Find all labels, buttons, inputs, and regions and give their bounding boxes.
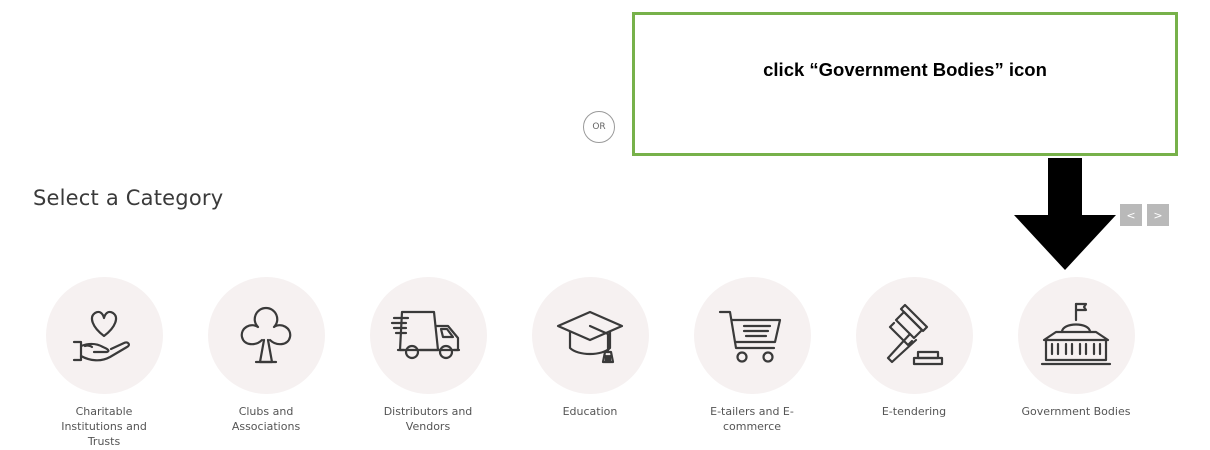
or-label: OR [592,122,606,132]
chevron-left-icon: < [1126,208,1136,222]
section-title: Select a Category [33,186,224,210]
category-charitable-institutions[interactable]: Charitable Institutions and Trusts [29,277,179,449]
chevron-right-icon: > [1153,208,1163,222]
category-icon-circle [369,277,487,394]
down-arrow-icon [1014,158,1116,270]
graduation-cap-icon [556,310,624,363]
category-label: Education [562,405,618,418]
carousel-prev-button[interactable]: < [1120,204,1142,226]
category-icon-circle [45,277,163,394]
or-divider-badge: OR [583,111,615,143]
category-label: Distributors and Vendors [383,405,473,433]
delivery-truck-icon [390,310,461,359]
gavel-icon [886,303,944,365]
club-icon [240,306,292,363]
category-label: E-tendering [881,405,947,418]
category-icon-circle [531,277,649,394]
category-label: Charitable Institutions and Trusts [61,405,147,448]
category-label: Clubs and Associations [231,405,301,433]
category-distributors-and-vendors[interactable]: Distributors and Vendors [353,277,503,434]
category-label: Government Bodies [1021,405,1131,418]
government-building-icon [1040,302,1112,365]
carousel-next-button[interactable]: > [1147,204,1169,226]
category-etendering[interactable]: E-tendering [839,277,989,419]
callout-text: click “Government Bodies” icon [763,59,1047,80]
category-clubs-and-associations[interactable]: Clubs and Associations [191,277,341,434]
category-icon-circle [855,277,973,394]
category-etailers-and-ecommerce[interactable]: E-tailers and E-commerce [677,277,827,434]
category-icon-circle [1017,277,1135,394]
category-icon-circle [207,277,325,394]
category-government-bodies[interactable]: Government Bodies [1001,277,1151,419]
heart-hand-icon [72,310,130,361]
category-label: E-tailers and E-commerce [710,405,794,433]
category-education[interactable]: Education [515,277,665,419]
shopping-cart-icon [718,310,782,363]
category-icon-circle [693,277,811,394]
instruction-callout: click “Government Bodies” icon [632,12,1178,156]
